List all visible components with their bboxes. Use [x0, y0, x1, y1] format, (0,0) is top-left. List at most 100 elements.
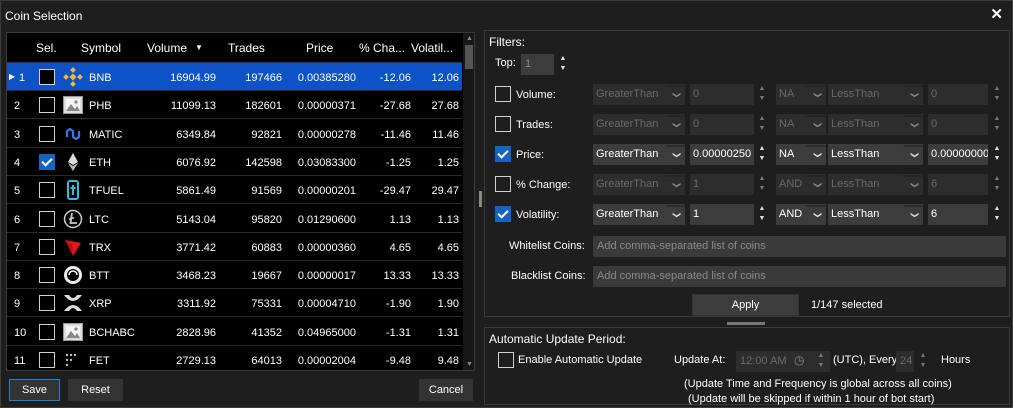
scrollbar-thumb[interactable] [465, 45, 473, 69]
filter-join-dropdown[interactable]: AND ❯ [776, 174, 826, 195]
filter-join-dropdown[interactable]: NA ❯ [776, 84, 826, 105]
grid-scrollbar[interactable]: ▲ ▼ [463, 33, 474, 370]
filter-value-stepper[interactable]: ▲ ▼ [754, 204, 770, 225]
time-stepper[interactable]: ▲ ▼ [813, 351, 829, 372]
header-volatility[interactable]: Volatil... [411, 41, 453, 55]
filter-checkbox[interactable] [495, 116, 511, 132]
filter-operator2-dropdown[interactable]: LessThan ❯ [828, 204, 923, 225]
whitelist-label: Whitelist Coins: [509, 240, 585, 252]
header-change[interactable]: % Cha... [359, 41, 405, 55]
cell-change: -9.48 [385, 355, 411, 367]
table-row[interactable]: 4 ETH 6076.92 142598 0.03083300 -1.25 1.25 [7, 148, 462, 176]
filter-value-stepper[interactable]: ▲ ▼ [754, 114, 770, 135]
filter-checkbox[interactable] [495, 146, 511, 162]
cell-trades: 197466 [245, 72, 282, 84]
table-row[interactable]: 2 PHB 11099.13 182601 0.00000371 -27.68 27.68 [7, 91, 462, 120]
table-row[interactable]: 10 BCHABC 2828.96 41352 0.04965000 -1.31 1.31 [7, 318, 462, 346]
horizontal-splitter[interactable] [727, 322, 765, 325]
row-select-checkbox[interactable] [39, 153, 55, 170]
filter-value-input[interactable]: 0 [690, 114, 754, 135]
enable-auto-update-checkbox[interactable] [498, 352, 514, 368]
filter-join-dropdown[interactable]: NA ❯ [776, 144, 826, 165]
table-row[interactable]: 7 TRX 3771.42 60883 0.00000360 4.65 4.65 [7, 233, 462, 261]
cell-trades: 60883 [251, 241, 282, 254]
table-row[interactable]: 11 FET 2729.13 64013 0.00002004 -9.48 9.48 [7, 346, 462, 370]
filter-operator-dropdown[interactable]: GreaterThan ❯ [593, 114, 685, 135]
header-symbol[interactable]: Symbol [81, 41, 121, 55]
apply-button[interactable]: Apply [692, 294, 799, 316]
filter-value2-stepper[interactable]: ▲ ▼ [989, 174, 1005, 195]
table-row[interactable]: 9 XRP 3311.92 75331 0.00004710 -1.90 1.90 [7, 289, 462, 318]
header-price[interactable]: Price [306, 41, 333, 55]
filter-operator2-dropdown[interactable]: LessThan ❯ [828, 84, 923, 105]
clock-icon[interactable]: ◷ [794, 353, 804, 367]
filter-value2-stepper[interactable]: ▲ ▼ [989, 114, 1005, 135]
table-row[interactable]: ▶ 1 BNB 16904.99 197466 0.00385280 -12.06 12.06 [7, 63, 462, 91]
filter-value-input[interactable]: 0 [690, 84, 754, 105]
row-select-checkbox[interactable] [39, 295, 55, 312]
filter-operator-dropdown[interactable]: GreaterThan ❯ [593, 144, 685, 165]
filter-operator2-value: LessThan [831, 178, 880, 190]
placeholder-image-icon [63, 322, 83, 342]
cancel-button[interactable]: Cancel [419, 379, 473, 401]
reset-button[interactable]: Reset [68, 379, 123, 401]
row-select-checkbox[interactable] [39, 125, 55, 142]
header-trades[interactable]: Trades [228, 41, 265, 55]
hours-stepper[interactable]: ▲ ▼ [915, 351, 931, 372]
filter-operator2-dropdown[interactable]: LessThan ❯ [828, 114, 923, 135]
filter-value-input[interactable]: 0.00000250 [690, 144, 754, 165]
table-row[interactable]: 6 LTC 5143.04 95820 0.01290600 1.13 1.13 [7, 205, 462, 233]
filter-join-dropdown[interactable]: NA ❯ [776, 114, 826, 135]
filter-value-input[interactable]: 1 [690, 174, 754, 195]
table-row[interactable]: 8 BTT 3468.23 19667 0.00000017 13.33 13.33 [7, 261, 462, 290]
filter-operator-dropdown[interactable]: GreaterThan ❯ [593, 84, 685, 105]
row-select-checkbox[interactable] [39, 323, 55, 340]
row-select-checkbox[interactable] [39, 267, 55, 284]
filter-operator-dropdown[interactable]: GreaterThan ❯ [593, 204, 685, 225]
filter-checkbox[interactable] [495, 176, 511, 192]
filter-value2-stepper[interactable]: ▲ ▼ [989, 84, 1005, 105]
filter-value2-stepper[interactable]: ▲ ▼ [989, 204, 1005, 225]
filter-value-stepper[interactable]: ▲ ▼ [754, 174, 770, 195]
filter-operator-dropdown[interactable]: GreaterThan ❯ [593, 174, 685, 195]
top-stepper[interactable]: ▲ ▼ [555, 54, 571, 75]
filter-operator2-dropdown[interactable]: LessThan ❯ [828, 144, 923, 165]
filter-value2-input[interactable]: 6 [928, 174, 988, 195]
filter-checkbox[interactable] [495, 206, 511, 222]
filter-value2-input[interactable]: 0 [928, 114, 988, 135]
filter-value-stepper[interactable]: ▲ ▼ [754, 144, 770, 165]
close-icon[interactable]: ✕ [990, 5, 1003, 23]
cell-price: 0.00000201 [297, 185, 356, 198]
filter-value2-input[interactable]: 6 [928, 204, 988, 225]
whitelist-input[interactable]: Add comma-separated list of coins [593, 236, 1006, 257]
cell-volatility: 12.06 [431, 72, 459, 84]
row-select-checkbox[interactable] [39, 69, 55, 85]
filter-value-input[interactable]: 1 [690, 204, 754, 225]
row-select-checkbox[interactable] [39, 352, 55, 368]
filter-operator2-dropdown[interactable]: LessThan ❯ [828, 174, 923, 195]
scroll-down-icon[interactable]: ▼ [466, 361, 473, 368]
filter-checkbox[interactable] [495, 86, 511, 102]
scroll-up-icon[interactable]: ▲ [466, 35, 473, 42]
row-select-checkbox[interactable] [39, 238, 55, 255]
filter-join-dropdown[interactable]: AND ❯ [776, 204, 826, 225]
table-row[interactable]: 3 MATIC 6349.84 92821 0.00000278 -11.46 11.46 [7, 120, 462, 148]
filter-value-stepper[interactable]: ▲ ▼ [754, 84, 770, 105]
header-sel[interactable]: Sel. [36, 41, 57, 55]
row-select-checkbox[interactable] [39, 210, 55, 227]
top-input[interactable]: 1 [521, 54, 554, 75]
header-volume[interactable]: Volume [147, 41, 187, 55]
blacklist-input[interactable]: Add comma-separated list of coins [593, 266, 1006, 287]
hours-input[interactable]: 24 [896, 351, 914, 372]
row-select-checkbox[interactable] [39, 182, 55, 199]
cell-symbol: FET [89, 355, 110, 367]
filter-value2-stepper[interactable]: ▲ ▼ [989, 144, 1005, 165]
save-button[interactable]: Save [9, 379, 60, 401]
row-select-checkbox[interactable] [39, 97, 55, 114]
vertical-splitter[interactable] [479, 191, 482, 207]
cell-trades: 19667 [251, 270, 282, 283]
filter-value2-input[interactable]: 0 [928, 84, 988, 105]
cell-volatility: 11.46 [432, 128, 459, 141]
filter-value2-input[interactable]: 0.00000000 [928, 144, 988, 165]
table-row[interactable]: 5 TFUEL 5861.49 91569 0.00000201 -29.47 29.47 [7, 176, 462, 205]
